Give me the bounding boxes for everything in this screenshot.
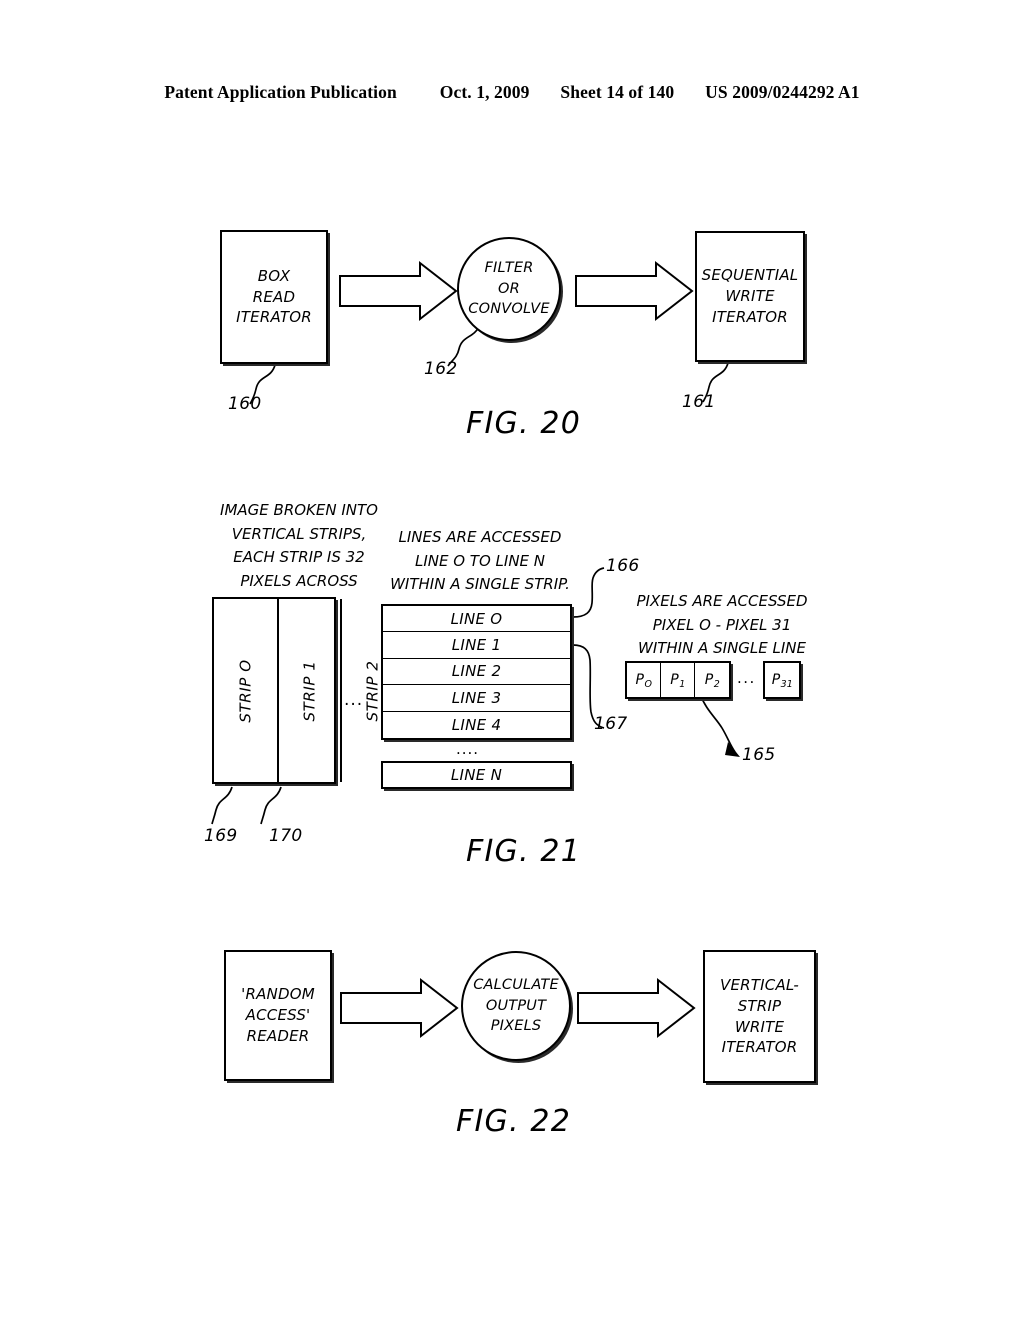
fig22-caption: FIG. 22: [456, 1104, 571, 1139]
fig22-box-random-access-reader: 'RANDOM ACCESS' READER: [224, 950, 332, 1081]
fig22-source-line2: ACCESS': [245, 1006, 311, 1025]
fig22-box-vertical-strip-write-iterator: VERTICAL- STRIP WRITE ITERATOR: [703, 950, 816, 1083]
fig22-source-line3: READER: [246, 1026, 310, 1045]
fig22-source-line1: 'RANDOM: [241, 985, 315, 1004]
fig22-target-line2: STRIP: [737, 996, 782, 1015]
fig22-target-line4: ITERATOR: [721, 1038, 798, 1057]
arrow-ellipse-to-writer: [577, 977, 696, 1039]
arrow-reader-to-ellipse: [340, 977, 459, 1039]
figure-22: 'RANDOM ACCESS' READER CALCULATE OUTPUT …: [0, 0, 1024, 1180]
fig22-process-line3: PIXELS: [490, 1018, 542, 1035]
fig22-process-line2: OUTPUT: [485, 997, 547, 1014]
fig22-process-line1: CALCULATE: [473, 977, 559, 994]
fig22-target-line1: VERTICAL-: [720, 976, 799, 995]
fig22-calculate-output-pixels: CALCULATE OUTPUT PIXELS: [461, 951, 571, 1061]
fig22-target-line3: WRITE: [734, 1017, 785, 1036]
